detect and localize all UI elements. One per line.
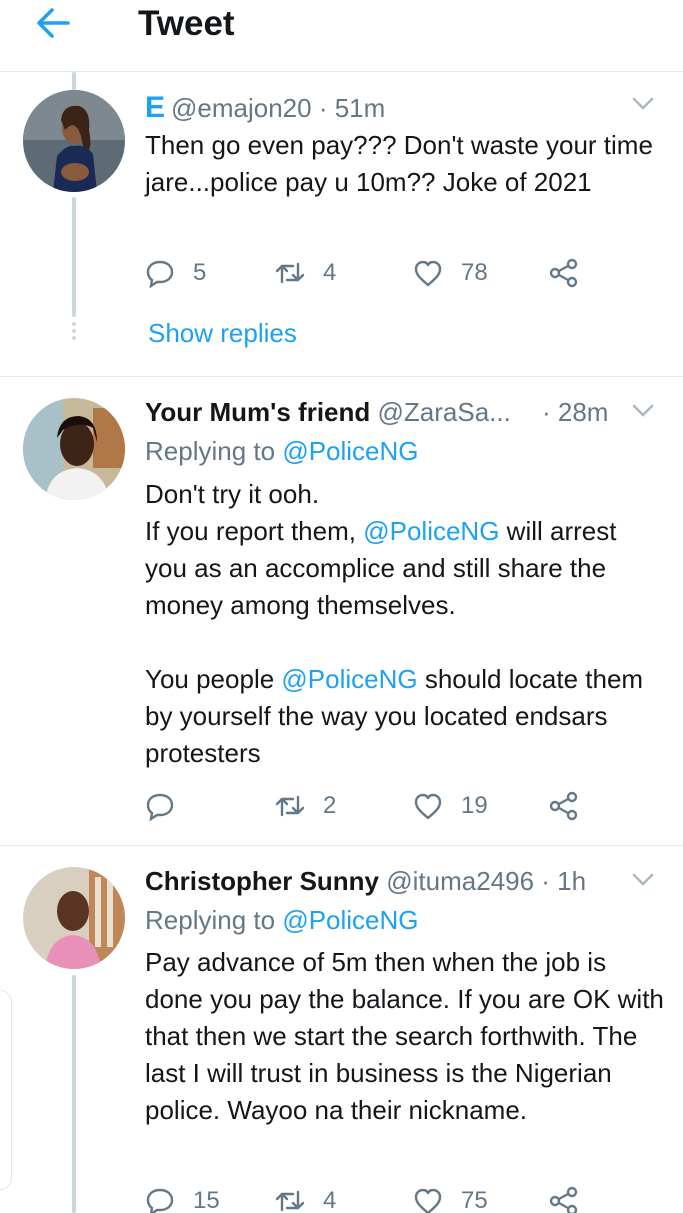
reply-button[interactable]: 5	[145, 255, 206, 291]
mention-link[interactable]: @PoliceNG	[282, 905, 418, 935]
reply-count: 15	[193, 1187, 220, 1213]
user-badge: E	[145, 91, 166, 124]
retweet-count: 2	[323, 792, 337, 819]
action-bar: 2 19	[145, 788, 625, 824]
reply-button[interactable]	[145, 788, 193, 824]
retweet-button[interactable]: 4	[275, 1183, 336, 1213]
tweet-meta: Christopher Sunny @ituma2496 · 1h	[145, 864, 586, 898]
thread-line	[72, 72, 76, 92]
share-button[interactable]	[549, 1183, 579, 1213]
chevron-down-icon[interactable]	[631, 96, 655, 112]
handle[interactable]: @ituma2496	[386, 866, 534, 896]
action-bar: 15 4 75	[145, 1183, 625, 1213]
reply-count: 5	[193, 259, 207, 286]
tweet-meta: E @emajon20 · 51m	[145, 91, 385, 125]
avatar[interactable]	[23, 867, 125, 969]
like-button[interactable]: 78	[413, 255, 488, 291]
thread-line	[72, 975, 76, 1213]
divider	[0, 376, 683, 377]
share-button[interactable]	[549, 788, 579, 824]
avatar[interactable]	[23, 398, 125, 500]
reply-icon	[146, 793, 174, 821]
thread-dots	[70, 322, 78, 343]
retweet-count: 4	[323, 1187, 337, 1213]
like-icon	[414, 1188, 442, 1213]
mention-link[interactable]: @PoliceNG	[363, 516, 499, 546]
mention-link[interactable]: @PoliceNG	[282, 436, 418, 466]
handle[interactable]: @ZaraSa...	[378, 397, 511, 427]
reply-icon	[146, 260, 174, 288]
tweet-text: Don't try it ooh. If you report them, @P…	[145, 476, 665, 772]
share-icon	[549, 1186, 578, 1213]
retweet-icon	[275, 795, 305, 817]
text-span: You people	[145, 664, 282, 694]
mention-link[interactable]: @PoliceNG	[281, 664, 417, 694]
retweet-icon	[275, 262, 305, 284]
retweet-button[interactable]: 4	[275, 255, 336, 291]
top-bar: Tweet	[0, 0, 683, 72]
share-button[interactable]	[549, 255, 579, 291]
like-count: 75	[461, 1187, 488, 1213]
tweet-paragraph: You people @PoliceNG should locate them …	[145, 661, 665, 772]
chevron-down-icon[interactable]	[631, 403, 655, 419]
timestamp[interactable]: · 1h	[541, 866, 586, 896]
reply-button[interactable]: 15	[145, 1183, 220, 1213]
share-icon	[549, 258, 578, 288]
edge-overlay	[0, 990, 12, 1190]
like-icon	[414, 260, 442, 287]
tweet-text: Then go even pay??? Don't waste your tim…	[145, 127, 665, 201]
tweet-meta: Your Mum's friend @ZaraSa...	[145, 395, 511, 429]
text-span: If you report them,	[145, 516, 364, 546]
replying-label: Replying to	[145, 436, 276, 466]
like-button[interactable]: 75	[413, 1183, 488, 1213]
avatar[interactable]	[23, 90, 125, 192]
tweet-paragraph: If you report them, @PoliceNG will arres…	[145, 513, 665, 624]
thread-line	[72, 197, 76, 317]
tweet-text: Pay advance of 5m then when the job is d…	[145, 944, 665, 1129]
retweet-icon	[275, 1190, 305, 1212]
page-title: Tweet	[138, 4, 235, 43]
replying-to: Replying to @PoliceNG	[145, 903, 419, 937]
replying-label: Replying to	[145, 905, 276, 935]
share-icon	[549, 791, 578, 821]
show-replies-link[interactable]: Show replies	[148, 316, 297, 350]
retweet-button[interactable]: 2	[275, 788, 336, 824]
tweet-paragraph: Don't try it ooh.	[145, 479, 320, 509]
divider	[0, 845, 683, 846]
tweet-paragraph: Then go even pay??? Don't waste your tim…	[145, 130, 653, 197]
reply-icon	[146, 1188, 174, 1213]
replying-to: Replying to @PoliceNG	[145, 434, 419, 468]
display-name[interactable]: Your Mum's friend	[145, 397, 370, 427]
like-count: 78	[461, 259, 488, 286]
back-arrow-icon[interactable]	[32, 4, 74, 42]
timestamp[interactable]: · 51m	[319, 93, 385, 123]
chevron-down-icon[interactable]	[631, 872, 655, 888]
retweet-count: 4	[323, 259, 337, 286]
like-icon	[414, 793, 442, 820]
like-count: 19	[461, 792, 488, 819]
handle[interactable]: @emajon20	[171, 93, 312, 123]
timestamp[interactable]: · 28m	[542, 395, 608, 429]
action-bar: 5 4 78	[145, 255, 625, 291]
display-name[interactable]: Christopher Sunny	[145, 866, 379, 896]
tweet-paragraph: Pay advance of 5m then when the job is d…	[145, 947, 664, 1125]
like-button[interactable]: 19	[413, 788, 488, 824]
